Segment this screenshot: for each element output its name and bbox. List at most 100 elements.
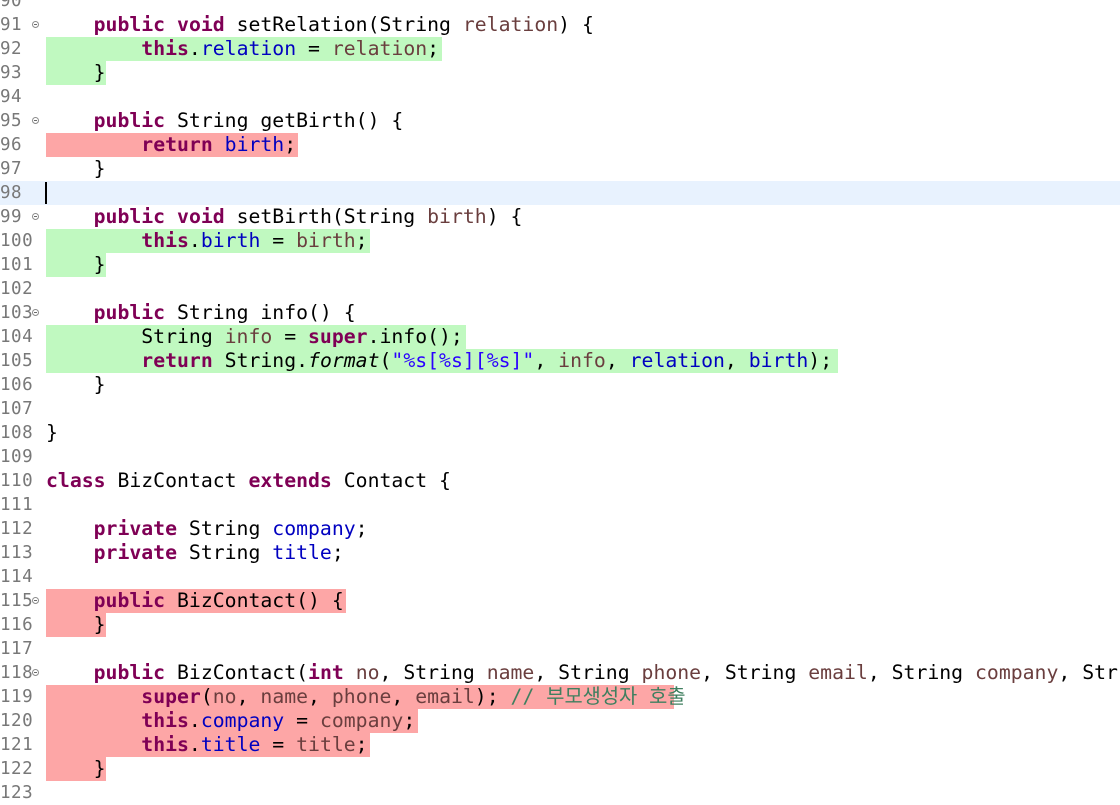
code-line[interactable]: 120 this.company = company;	[0, 709, 1120, 733]
fold-collapse-icon[interactable]	[32, 669, 39, 676]
fold-collapse-icon[interactable]	[32, 21, 39, 28]
code-token: }	[46, 613, 106, 636]
code-line[interactable]: 104 String info = super.info();	[0, 325, 1120, 349]
code-token: no	[355, 661, 380, 684]
code-text: }	[46, 253, 106, 277]
code-line[interactable]: 103 public String info() {	[0, 301, 1120, 325]
code-token: super	[308, 325, 368, 348]
code-token: );	[808, 349, 833, 372]
code-line[interactable]: 98	[0, 181, 1120, 205]
code-token: ;	[355, 229, 368, 252]
code-line[interactable]: 93 }	[0, 61, 1120, 85]
code-line[interactable]: 122 }	[0, 757, 1120, 781]
code-line[interactable]: 115 public BizContact() {	[0, 589, 1120, 613]
code-text: }	[46, 61, 106, 85]
code-line[interactable]: 121 this.title = title;	[0, 733, 1120, 757]
code-line[interactable]: 109	[0, 445, 1120, 469]
code-line[interactable]: 94	[0, 85, 1120, 109]
code-line[interactable]: 102	[0, 277, 1120, 301]
code-token: public	[93, 301, 166, 324]
code-token: class	[46, 469, 106, 492]
code-line[interactable]: 123	[0, 781, 1120, 805]
code-token: ,	[724, 349, 749, 372]
fold-collapse-icon[interactable]	[32, 117, 39, 124]
code-token: email	[415, 685, 475, 708]
code-token: String	[177, 541, 273, 564]
code-line[interactable]: 116 }	[0, 613, 1120, 637]
code-line[interactable]: 119 super(no, name, phone, email); // 부모…	[0, 685, 1120, 709]
code-token: BizContact() {	[165, 589, 344, 612]
code-editor[interactable]: 90 91 public void setRelation(String rela…	[0, 0, 1120, 805]
code-token: =	[260, 229, 297, 252]
code-line[interactable]: 97 }	[0, 157, 1120, 181]
code-token: company	[319, 709, 404, 732]
code-line[interactable]: 110 class BizContact extends Contact {	[0, 469, 1120, 493]
code-line[interactable]: 117	[0, 637, 1120, 661]
code-text: private String title;	[46, 541, 344, 565]
code-text: class BizContact extends Contact {	[46, 469, 451, 493]
code-line[interactable]: 99 public void setBirth(String birth) {	[0, 205, 1120, 229]
code-line[interactable]: 100 this.birth = birth;	[0, 229, 1120, 253]
code-token: company	[975, 661, 1059, 684]
code-token: birth	[748, 349, 809, 372]
code-line[interactable]: 113 private String title;	[0, 541, 1120, 565]
code-text: }	[46, 373, 106, 397]
code-line[interactable]: 96 return birth;	[0, 133, 1120, 157]
code-text: return String.format("%s[%s][%s]", info,…	[46, 349, 832, 373]
code-line[interactable]: 107	[0, 397, 1120, 421]
line-number: 112	[0, 519, 34, 539]
code-token: }	[46, 157, 106, 180]
code-line[interactable]: 112 private String company;	[0, 517, 1120, 541]
code-token: ,	[236, 685, 261, 708]
line-number: 102	[0, 279, 34, 299]
code-token: private	[93, 517, 178, 540]
code-line[interactable]: 106 }	[0, 373, 1120, 397]
code-token: .	[188, 733, 201, 756]
line-number: 100	[0, 231, 34, 251]
code-token: String	[46, 325, 225, 348]
code-token: ;	[403, 709, 416, 732]
line-number: 116	[0, 615, 34, 635]
code-line[interactable]: 111	[0, 493, 1120, 517]
line-number: 119	[0, 687, 34, 707]
code-text: public void setBirth(String birth) {	[46, 205, 523, 229]
code-token: return	[141, 349, 213, 372]
code-token: =	[272, 325, 309, 348]
code-token: no	[212, 685, 237, 708]
code-token: .	[188, 229, 201, 252]
code-line[interactable]: 95 public String getBirth() {	[0, 109, 1120, 133]
code-token: this	[141, 733, 189, 756]
code-token: , String	[379, 661, 487, 684]
code-line[interactable]: 108}	[0, 421, 1120, 445]
code-line[interactable]: 105 return String.format("%s[%s][%s]", i…	[0, 349, 1120, 373]
fold-collapse-icon[interactable]	[32, 213, 39, 220]
code-token: title	[272, 541, 332, 564]
code-text: }	[46, 421, 58, 445]
code-token: String.	[212, 349, 309, 372]
code-line[interactable]: 90	[0, 0, 1120, 13]
code-token: .info();	[367, 325, 463, 348]
code-line[interactable]: 91 public void setRelation(String relati…	[0, 13, 1120, 37]
code-line[interactable]: 92 this.relation = relation;	[0, 37, 1120, 61]
fold-collapse-icon[interactable]	[32, 309, 39, 316]
code-token: setRelation(String	[224, 13, 463, 36]
code-token: , String	[867, 661, 975, 684]
code-token: ;	[284, 133, 297, 156]
code-line[interactable]: 114	[0, 565, 1120, 589]
line-number: 97	[0, 159, 23, 179]
code-token: public	[93, 109, 166, 132]
code-token: int	[308, 661, 344, 684]
code-line[interactable]: 118 public BizContact(int no, String nam…	[0, 661, 1120, 685]
code-text: this.title = title;	[46, 733, 367, 757]
fold-collapse-icon[interactable]	[32, 597, 39, 604]
code-token: public	[93, 13, 166, 36]
code-text: this.company = company;	[46, 709, 415, 733]
code-text: }	[46, 157, 106, 181]
code-token: "%s[%s][%s]"	[391, 349, 535, 372]
code-line[interactable]: 101 }	[0, 253, 1120, 277]
